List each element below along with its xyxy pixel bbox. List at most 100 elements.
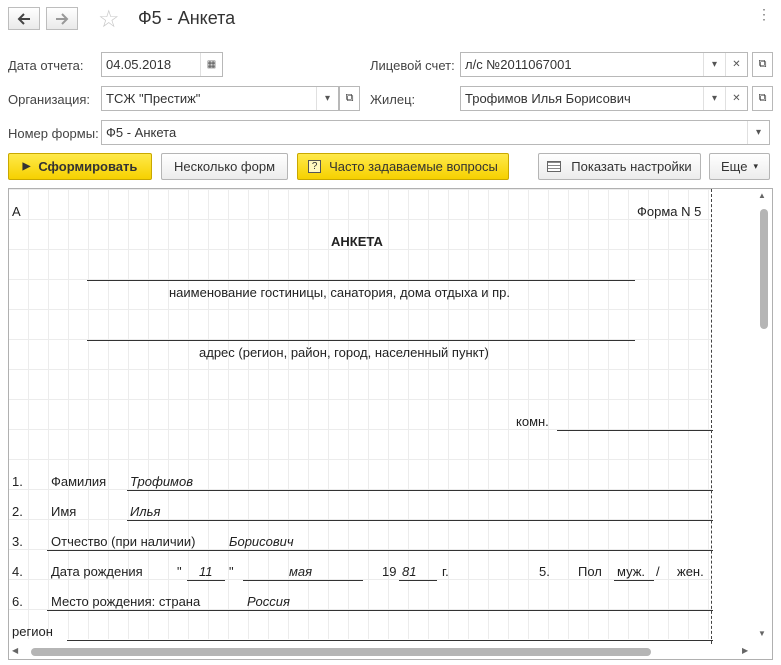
dropdown-icon[interactable]: ▾ [747,121,769,144]
quote-close: " [229,564,234,579]
form-number-label: Номер формы: [8,126,99,141]
play-icon: ▶ [22,161,31,172]
generate-label: Сформировать [38,159,138,174]
year-suffix: г. [442,564,449,579]
sheet-heading: АНКЕТА [331,234,383,249]
hotel-caption: наименование гостиницы, санатория, дома … [169,285,510,300]
account-field[interactable]: л/с №2011067001 ▾ ✕ [460,52,748,77]
sex-label: Пол [578,564,602,579]
horizontal-scrollbar[interactable]: ◀ ▶ [9,645,756,659]
row1-number: 1. [12,474,23,489]
room-line [557,430,713,431]
report-sheet[interactable]: А Форма N 5 АНКЕТА наименование гостиниц… [8,188,773,660]
window-menu-icon[interactable]: ⋮ [757,6,771,23]
sex-female: жен. [677,564,704,579]
patronymic-line [47,550,713,551]
scroll-up-icon[interactable]: ▲ [758,191,766,200]
row3-number: 3. [12,534,23,549]
room-label: комн. [516,414,549,429]
faq-button[interactable]: ? Часто задаваемые вопросы [297,153,509,180]
form-number-text: Форма N 5 [637,204,702,219]
account-open-button[interactable]: ⧉ [752,52,773,77]
form-number-value: Ф5 - Анкета [106,125,177,140]
scroll-down-icon[interactable]: ▼ [758,629,766,638]
account-value: л/с №2011067001 [465,57,572,72]
clear-icon[interactable]: ✕ [725,53,747,76]
generate-button[interactable]: ▶ Сформировать [8,153,152,180]
dropdown-icon[interactable]: ▾ [703,87,725,110]
scroll-left-icon[interactable]: ◀ [12,646,18,655]
name-value: Илья [130,504,161,519]
report-date-value: 04.05.2018 [106,57,172,72]
century-text: 19 [382,564,397,579]
back-button[interactable] [8,7,40,30]
row5-number: 5. [539,564,550,579]
row6-number: 6. [12,594,23,609]
birth-month-value: мая [289,564,313,579]
scroll-right-icon[interactable]: ▶ [742,646,748,655]
birthdate-label: Дата рождения [51,564,143,579]
account-label: Лицевой счет: [370,58,455,73]
arrow-right-icon [56,12,69,25]
vertical-scrollbar[interactable]: ▲ ▼ [756,189,772,647]
horizontal-scroll-thumb[interactable] [31,648,651,656]
favorite-star-icon[interactable]: ☆ [98,5,120,34]
name-line [127,520,713,521]
more-label: Еще [721,159,748,174]
surname-value: Трофимов [130,474,193,489]
dropdown-icon[interactable]: ▾ [316,87,338,110]
page-title: Ф5 - Анкета [138,8,236,28]
quote-open: " [177,564,182,579]
vertical-scroll-thumb[interactable] [760,209,768,329]
patronymic-value: Борисович [229,534,294,549]
org-field[interactable]: ТСЖ "Престиж" ▾ [101,86,339,111]
form-number-field[interactable]: Ф5 - Анкета ▾ [101,120,770,145]
row2-number: 2. [12,504,23,519]
name-label: Имя [51,504,77,519]
report-date-label: Дата отчета: [8,58,84,73]
resident-open-button[interactable]: ⧉ [752,86,773,111]
sex-male: муж. [617,564,646,579]
org-open-button[interactable]: ⧉ [339,86,360,111]
birth-month-line [243,580,363,581]
birthplace-line [47,610,713,611]
faq-label: Часто задаваемые вопросы [329,159,498,174]
more-button[interactable]: Еще ▾ [709,153,770,180]
multiple-forms-label: Несколько форм [173,159,276,174]
birthplace-value: Россия [247,594,290,609]
resident-field[interactable]: Трофимов Илья Борисович ▾ ✕ [460,86,748,111]
surname-line [127,490,713,491]
dropdown-icon[interactable]: ▾ [703,53,725,76]
clear-icon[interactable]: ✕ [725,87,747,110]
sex-slash: / [656,564,660,579]
patronymic-label: Отчество (при наличии) [51,534,196,549]
multiple-forms-button[interactable]: Несколько форм [161,153,288,180]
forward-button[interactable] [46,7,78,30]
report-date-field[interactable]: 04.05.2018 ▦ [101,52,223,77]
address-caption: адрес (регион, район, город, населенный … [199,345,489,360]
resident-label: Жилец: [370,92,416,107]
region-line [67,640,713,641]
question-icon: ? [308,160,322,173]
birth-year-value: 81 [402,564,417,579]
settings-icon [547,161,562,172]
surname-label: Фамилия [51,474,107,489]
arrow-left-icon [17,12,30,25]
page-break-line [711,189,712,649]
region-label: регион [12,624,53,639]
org-value: ТСЖ "Престиж" [106,91,201,106]
show-settings-button[interactable]: Показать настройки [538,153,701,180]
calendar-icon[interactable]: ▦ [200,53,222,76]
org-label: Организация: [8,92,91,107]
show-settings-label: Показать настройки [571,159,692,174]
corner-letter: А [12,204,21,219]
birth-year-line [399,580,437,581]
resident-value: Трофимов Илья Борисович [465,91,631,106]
sex-male-line [614,580,654,581]
birthplace-label: Место рождения: страна [51,594,201,609]
chevron-down-icon: ▾ [753,161,758,171]
birth-day-line [187,580,225,581]
birth-day-value: 11 [199,564,213,579]
hotel-name-line [87,280,635,281]
address-line [87,340,635,341]
